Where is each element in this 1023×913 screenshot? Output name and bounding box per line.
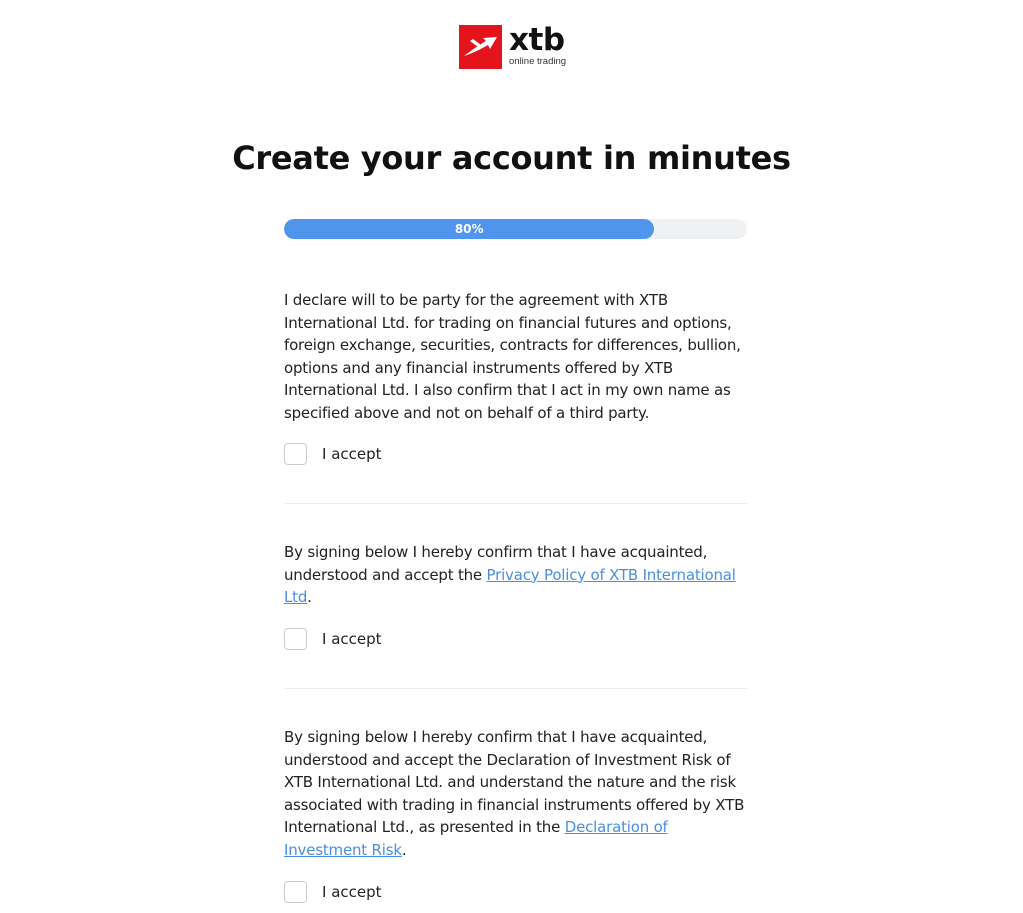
page-title: Create your account in minutes [232, 139, 791, 177]
accept-row[interactable]: I accept [284, 442, 382, 465]
accept-row[interactable]: I accept [284, 880, 382, 903]
investment-risk-text-after: . [401, 840, 407, 859]
accept-row[interactable]: I accept [284, 627, 382, 650]
brand-tagline: online trading [509, 56, 567, 67]
privacy-policy-section: By signing below I hereby confirm that I… [284, 541, 748, 650]
xtb-logo-icon [459, 25, 502, 69]
privacy-policy-text-after: . [307, 588, 312, 607]
investment-risk-text: By signing below I hereby confirm that I… [284, 726, 748, 862]
agreement-accept-checkbox[interactable] [284, 442, 307, 465]
divider [284, 503, 748, 504]
agreement-declaration-section: I declare will to be party for the agree… [284, 289, 748, 465]
accept-label: I accept [322, 629, 382, 648]
accept-label: I accept [322, 444, 382, 463]
privacy-accept-checkbox[interactable] [284, 627, 307, 650]
accept-label: I accept [322, 882, 382, 901]
investment-risk-section: By signing below I hereby confirm that I… [284, 726, 748, 903]
progress-label: 80% [454, 222, 484, 236]
xtb-logo[interactable]: xtb online trading [459, 25, 566, 69]
investment-risk-accept-checkbox[interactable] [284, 880, 307, 903]
privacy-policy-text: By signing below I hereby confirm that I… [284, 541, 748, 609]
progress-bar: 80% [284, 219, 747, 239]
investment-risk-text-before: By signing below I hereby confirm that I… [284, 728, 745, 837]
divider [284, 688, 748, 689]
brand-name: xtb [509, 22, 565, 58]
agreement-declaration-text: I declare will to be party for the agree… [284, 291, 741, 422]
